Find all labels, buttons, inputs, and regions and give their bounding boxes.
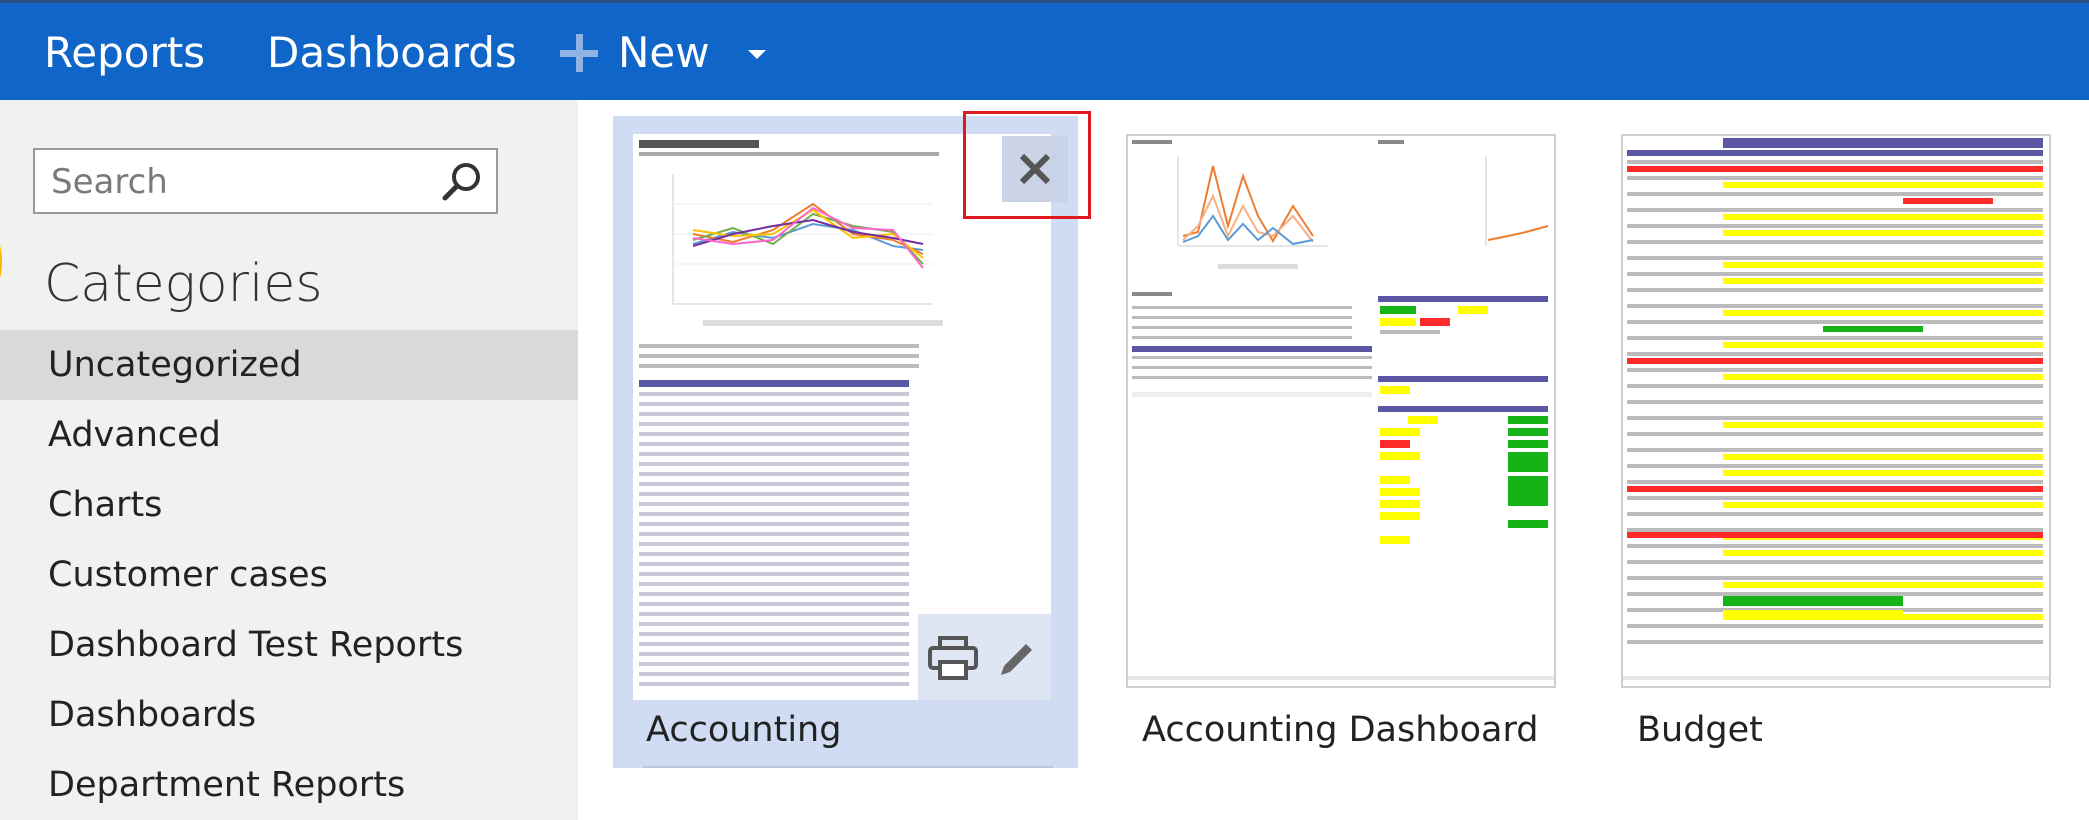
- thumbnail-preview: [1128, 136, 1554, 686]
- report-tile-accounting[interactable]: Accounting: [613, 116, 1078, 768]
- chevron-down-icon[interactable]: [748, 50, 766, 59]
- category-item[interactable]: Customer cases: [0, 540, 578, 610]
- new-button-label: New: [618, 28, 710, 77]
- remove-report-button[interactable]: [1002, 136, 1068, 202]
- category-list: Uncategorized Advanced Charts Customer c…: [0, 330, 578, 820]
- category-item[interactable]: Dashboard Test Reports: [0, 610, 578, 680]
- report-title[interactable]: Accounting: [646, 708, 841, 752]
- report-title[interactable]: Accounting Dashboard: [1142, 708, 1538, 752]
- report-action-tray: [918, 614, 1051, 700]
- pencil-icon[interactable]: [996, 634, 1040, 678]
- nav-reports[interactable]: Reports: [44, 28, 205, 78]
- thumbnail-preview: [1623, 136, 2049, 686]
- close-icon: [1019, 153, 1051, 185]
- category-item[interactable]: Advanced: [0, 400, 578, 470]
- search-input[interactable]: [49, 158, 433, 206]
- top-navigation-bar: Reports Dashboards New: [0, 0, 2089, 100]
- report-title[interactable]: Budget: [1637, 708, 1763, 752]
- new-button[interactable]: New: [560, 28, 710, 78]
- sidebar: Categories Uncategorized Advanced Charts…: [0, 100, 578, 820]
- plus-icon: [560, 34, 598, 72]
- categories-heading: Categories: [44, 254, 323, 314]
- report-tile-accounting-dashboard[interactable]: Accounting Dashboard: [1126, 116, 1556, 756]
- nav-dashboards[interactable]: Dashboards: [267, 28, 517, 78]
- report-tile-budget[interactable]: Budget: [1621, 116, 2051, 756]
- report-thumbnail[interactable]: [1621, 134, 2051, 688]
- search-icon[interactable]: [440, 160, 484, 204]
- title-underline: [643, 766, 1053, 768]
- search-box[interactable]: [33, 148, 498, 214]
- category-item[interactable]: Department Reports: [0, 750, 578, 820]
- category-item[interactable]: Uncategorized: [0, 330, 578, 400]
- print-icon[interactable]: [928, 636, 978, 680]
- category-item[interactable]: Charts: [0, 470, 578, 540]
- accent-indicator: [0, 232, 2, 292]
- category-item[interactable]: Dashboards: [0, 680, 578, 750]
- report-thumbnail[interactable]: [1126, 134, 1556, 688]
